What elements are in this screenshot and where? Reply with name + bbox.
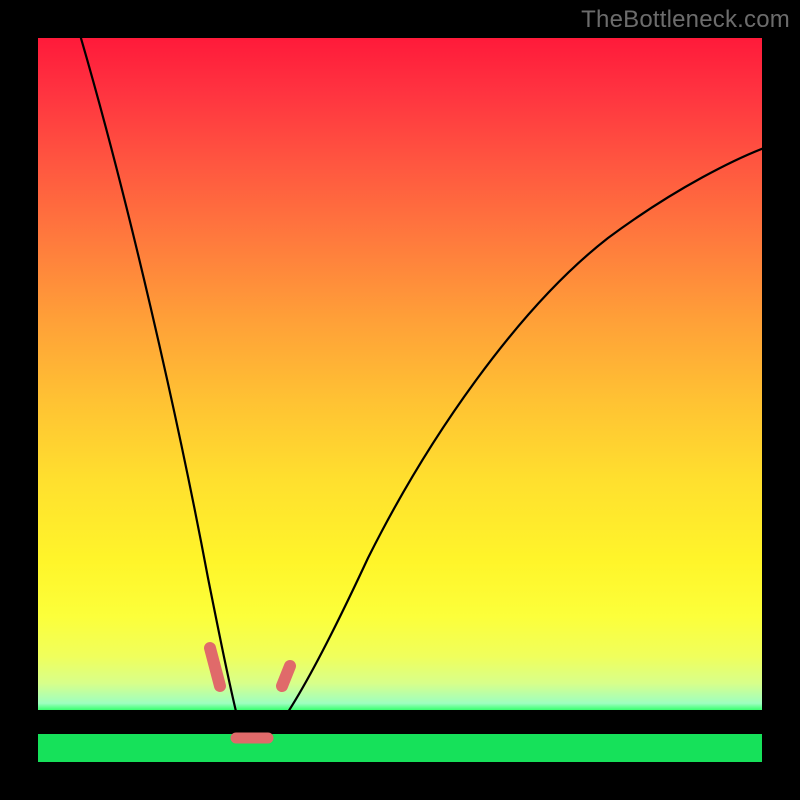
highlight-left bbox=[210, 648, 220, 686]
chart-frame: TheBottleneck.com bbox=[0, 0, 800, 800]
curve-layer bbox=[38, 38, 762, 762]
bottleneck-curve bbox=[78, 38, 762, 737]
plot-area bbox=[38, 38, 762, 762]
watermark-text: TheBottleneck.com bbox=[581, 6, 790, 34]
highlight-right bbox=[282, 666, 290, 686]
